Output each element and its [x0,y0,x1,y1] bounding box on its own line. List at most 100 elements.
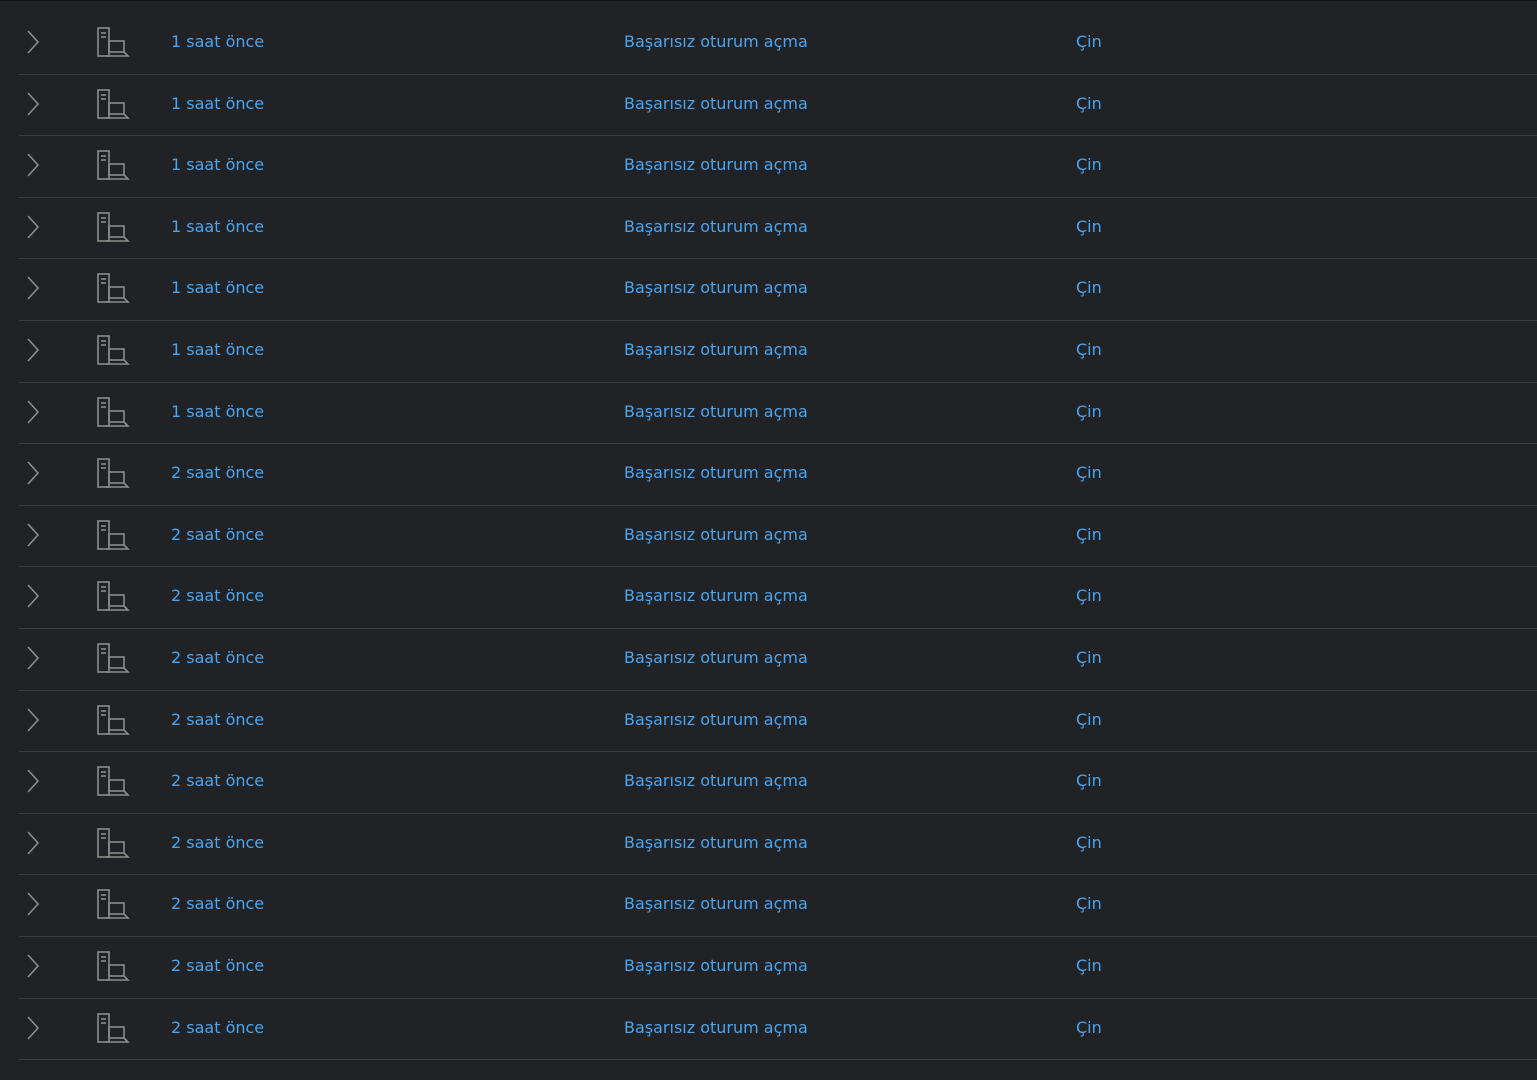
sign-in-activity-list: 1 saat önce Başarısız oturum açma Çin 1 … [0,0,1537,1080]
chevron-right-icon[interactable] [25,830,41,856]
event-link[interactable]: Başarısız oturum açma [624,94,808,114]
location-link[interactable]: Çin [1076,710,1102,730]
time-link[interactable]: 2 saat önce [171,463,264,483]
time-link[interactable]: 2 saat önce [171,586,264,606]
event-link[interactable]: Başarısız oturum açma [624,402,808,422]
event-link[interactable]: Başarısız oturum açma [624,155,808,175]
time-link[interactable]: 1 saat önce [171,155,264,175]
server-computer-icon [97,211,130,242]
table-row[interactable]: 1 saat önce Başarısız oturum açma Çin [19,259,1537,321]
chevron-right-icon[interactable] [25,275,41,301]
chevron-right-icon[interactable] [25,645,41,671]
location-link[interactable]: Çin [1076,217,1102,237]
time-link[interactable]: 2 saat önce [171,648,264,668]
location-link[interactable]: Çin [1076,32,1102,52]
chevron-right-icon[interactable] [25,953,41,979]
chevron-right-icon[interactable] [25,460,41,486]
event-link[interactable]: Başarısız oturum açma [624,1018,808,1038]
event-link[interactable]: Başarısız oturum açma [624,217,808,237]
table-row[interactable]: 2 saat önce Başarısız oturum açma Çin [19,691,1537,753]
server-computer-icon [97,827,130,858]
location-link[interactable]: Çin [1076,894,1102,914]
event-link[interactable]: Başarısız oturum açma [624,648,808,668]
location-link[interactable]: Çin [1076,648,1102,668]
event-link[interactable]: Başarısız oturum açma [624,32,808,52]
time-link[interactable]: 1 saat önce [171,217,264,237]
table-row[interactable]: 1 saat önce Başarısız oturum açma Çin [19,75,1537,137]
event-link[interactable]: Başarısız oturum açma [624,525,808,545]
table-row[interactable]: 1 saat önce Başarısız oturum açma Çin [19,198,1537,260]
location-link[interactable]: Çin [1076,525,1102,545]
time-link[interactable]: 2 saat önce [171,833,264,853]
event-link[interactable]: Başarısız oturum açma [624,771,808,791]
table-row[interactable]: 2 saat önce Başarısız oturum açma Çin [19,875,1537,937]
server-computer-icon [97,951,130,981]
server-computer-icon [97,273,130,304]
time-link[interactable]: 1 saat önce [171,340,264,360]
location-link[interactable]: Çin [1076,94,1102,114]
time-link[interactable]: 1 saat önce [171,32,264,52]
server-computer-icon [97,889,130,920]
server-computer-icon [97,643,130,673]
chevron-right-icon[interactable] [25,891,41,917]
location-link[interactable]: Çin [1076,340,1102,360]
table-row[interactable]: 2 saat önce Başarısız oturum açma Çin [19,814,1537,876]
chevron-right-icon[interactable] [25,522,41,548]
chevron-right-icon[interactable] [25,91,41,117]
location-link[interactable]: Çin [1076,956,1102,976]
table-row[interactable]: 2 saat önce Başarısız oturum açma Çin [19,567,1537,629]
chevron-right-icon[interactable] [25,399,41,425]
location-link[interactable]: Çin [1076,463,1102,483]
location-link[interactable]: Çin [1076,833,1102,853]
table-row[interactable]: 1 saat önce Başarısız oturum açma Çin [19,136,1537,198]
time-link[interactable]: 2 saat önce [171,525,264,545]
table-row[interactable]: 2 saat önce Başarısız oturum açma Çin [19,999,1537,1061]
time-link[interactable]: 2 saat önce [171,956,264,976]
table-row[interactable]: 1 saat önce Başarısız oturum açma Çin [19,321,1537,383]
chevron-right-icon[interactable] [25,214,41,240]
location-link[interactable]: Çin [1076,586,1102,606]
event-link[interactable]: Başarısız oturum açma [624,463,808,483]
server-computer-icon [97,1012,130,1043]
chevron-right-icon[interactable] [25,1015,41,1041]
event-link[interactable]: Başarısız oturum açma [624,956,808,976]
server-computer-icon [97,27,130,57]
time-link[interactable]: 2 saat önce [171,710,264,730]
server-computer-icon [97,88,130,119]
server-computer-icon [97,150,130,180]
chevron-right-icon[interactable] [25,583,41,609]
server-computer-icon [97,335,130,365]
event-link[interactable]: Başarısız oturum açma [624,710,808,730]
table-row[interactable]: 2 saat önce Başarısız oturum açma Çin [19,444,1537,506]
table-row[interactable]: 2 saat önce Başarısız oturum açma Çin [19,937,1537,999]
server-computer-icon [97,581,130,612]
chevron-right-icon[interactable] [25,337,41,363]
location-link[interactable]: Çin [1076,1018,1102,1038]
chevron-right-icon[interactable] [25,707,41,733]
server-computer-icon [97,396,130,427]
table-row[interactable]: 1 saat önce Başarısız oturum açma Çin [19,383,1537,445]
chevron-right-icon[interactable] [25,152,41,178]
time-link[interactable]: 1 saat önce [171,402,264,422]
time-link[interactable]: 1 saat önce [171,278,264,298]
event-link[interactable]: Başarısız oturum açma [624,833,808,853]
time-link[interactable]: 2 saat önce [171,1018,264,1038]
table-row[interactable]: 2 saat önce Başarısız oturum açma Çin [19,752,1537,814]
table-row[interactable]: 2 saat önce Başarısız oturum açma Çin [19,506,1537,568]
chevron-right-icon[interactable] [25,768,41,794]
time-link[interactable]: 2 saat önce [171,771,264,791]
location-link[interactable]: Çin [1076,155,1102,175]
chevron-right-icon[interactable] [25,29,41,55]
server-computer-icon [97,458,130,488]
table-row[interactable]: 2 saat önce Başarısız oturum açma Çin [19,629,1537,691]
time-link[interactable]: 1 saat önce [171,94,264,114]
time-link[interactable]: 2 saat önce [171,894,264,914]
location-link[interactable]: Çin [1076,402,1102,422]
location-link[interactable]: Çin [1076,278,1102,298]
table-row[interactable]: 1 saat önce Başarısız oturum açma Çin [19,13,1537,75]
event-link[interactable]: Başarısız oturum açma [624,894,808,914]
event-link[interactable]: Başarısız oturum açma [624,340,808,360]
location-link[interactable]: Çin [1076,771,1102,791]
event-link[interactable]: Başarısız oturum açma [624,586,808,606]
event-link[interactable]: Başarısız oturum açma [624,278,808,298]
